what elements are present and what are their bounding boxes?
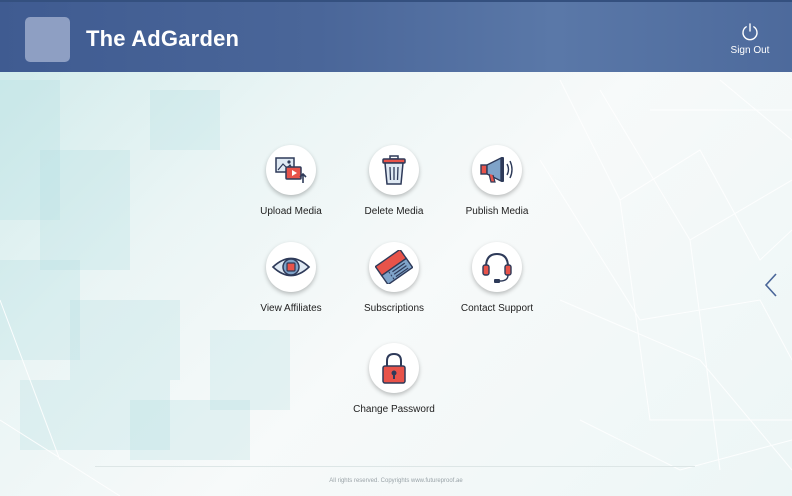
view-affiliates-icon-button[interactable] bbox=[266, 242, 316, 292]
padlock-icon bbox=[382, 352, 406, 384]
megaphone-icon bbox=[480, 156, 513, 183]
menu-item-contact-support[interactable]: Contact Support bbox=[437, 242, 557, 314]
menu-item-upload-media[interactable]: Upload Media bbox=[231, 145, 351, 217]
menu-label-upload-media: Upload Media bbox=[260, 206, 322, 217]
menu-item-delete-media[interactable]: Delete Media bbox=[334, 145, 454, 217]
menu-label-contact-support: Contact Support bbox=[460, 303, 534, 314]
delete-media-icon-button[interactable] bbox=[369, 145, 419, 195]
change-password-icon-button[interactable] bbox=[369, 343, 419, 393]
menu-item-change-password[interactable]: Change Password bbox=[334, 343, 454, 415]
upload-media-icon bbox=[275, 157, 307, 183]
chevron-left-icon bbox=[764, 273, 777, 297]
menu-label-publish-media: Publish Media bbox=[465, 206, 529, 217]
eye-icon bbox=[271, 257, 311, 277]
subscriptions-icon-button[interactable] bbox=[369, 242, 419, 292]
side-panel-toggle[interactable] bbox=[764, 272, 778, 303]
menu-item-subscriptions[interactable]: Subscriptions bbox=[334, 242, 454, 314]
menu-label-delete-media: Delete Media bbox=[364, 206, 424, 217]
publish-media-icon-button[interactable] bbox=[472, 145, 522, 195]
tickets-icon bbox=[375, 250, 413, 284]
menu-item-view-affiliates[interactable]: View Affiliates bbox=[231, 242, 351, 314]
main-menu: Upload Media Delete Media Publish Media … bbox=[0, 0, 792, 496]
trash-icon bbox=[382, 155, 406, 185]
footer-copyright: All rights reserved. Copyrights www.futu… bbox=[329, 478, 463, 484]
footer-divider bbox=[95, 466, 695, 467]
contact-support-icon-button[interactable] bbox=[472, 242, 522, 292]
menu-item-publish-media[interactable]: Publish Media bbox=[437, 145, 557, 217]
upload-media-icon-button[interactable] bbox=[266, 145, 316, 195]
menu-label-subscriptions: Subscriptions bbox=[363, 303, 425, 314]
menu-label-change-password: Change Password bbox=[353, 404, 435, 415]
menu-label-view-affiliates: View Affiliates bbox=[260, 303, 322, 314]
headset-icon bbox=[482, 252, 512, 283]
